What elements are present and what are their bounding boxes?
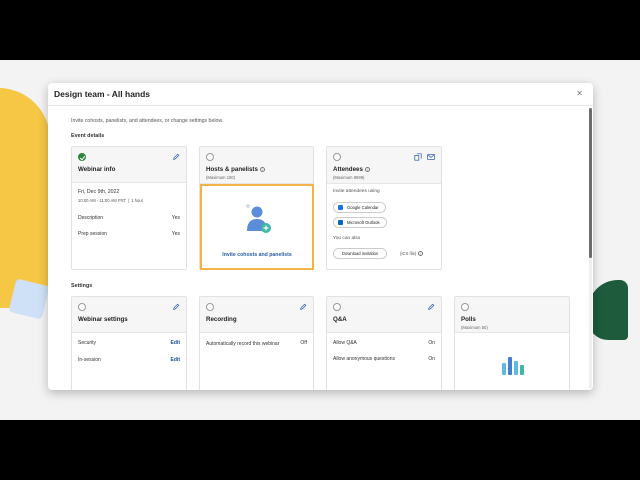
row-label: Prep session bbox=[78, 231, 107, 237]
row-label: Allow anonymous questions bbox=[333, 356, 395, 362]
check-pending-icon bbox=[461, 303, 469, 311]
row-allow-qa: Allow Q&A On bbox=[333, 340, 435, 346]
row-value: Off bbox=[300, 340, 307, 346]
qa-card: Q&A Allow Q&A On Allow anonymous questio… bbox=[326, 296, 442, 390]
check-pending-icon bbox=[78, 303, 86, 311]
section-settings: Settings bbox=[71, 283, 93, 289]
button-label: Google Calendar bbox=[347, 205, 379, 210]
pencil-icon[interactable] bbox=[299, 303, 307, 311]
decorative-green-shape bbox=[588, 280, 628, 340]
webinar-time: 10:00 AM - 11:00 AM PST bbox=[78, 198, 127, 203]
row-value: On bbox=[428, 340, 435, 346]
hosts-panelists-card: Hosts & panelists i (Maximum 100) Invite … bbox=[199, 146, 314, 270]
background-stage: Design team - All hands ✕ Invite cohosts… bbox=[0, 60, 640, 420]
section-event-details: Event details bbox=[71, 133, 105, 139]
invite-using-label: Invite attendees using bbox=[333, 189, 380, 194]
webinar-setup-modal: Design team - All hands ✕ Invite cohosts… bbox=[48, 83, 593, 390]
invite-cohosts-box[interactable]: Invite cohosts and panelists bbox=[200, 184, 314, 270]
outlook-icon bbox=[338, 220, 343, 225]
scrollbar[interactable] bbox=[589, 108, 592, 388]
recording-card: Recording Automatically record this webi… bbox=[199, 296, 314, 390]
check-pending-icon bbox=[206, 153, 214, 161]
ics-file-note: (ICS file) i bbox=[400, 251, 424, 257]
row-auto-record: Automatically record this webinar Off bbox=[206, 340, 307, 349]
card-title: Attendees bbox=[333, 166, 363, 173]
you-can-also-label: You can also bbox=[333, 236, 361, 241]
decorative-blue-square bbox=[8, 278, 50, 320]
polls-chart-icon bbox=[502, 357, 524, 375]
pencil-icon[interactable] bbox=[427, 303, 435, 311]
row-in-session: In-session Edit bbox=[78, 357, 180, 363]
separator: | bbox=[128, 198, 130, 203]
row-value: Yes bbox=[171, 215, 180, 221]
check-complete-icon bbox=[78, 153, 86, 161]
card-subtitle: (Maximum 50) bbox=[461, 325, 488, 330]
card-subtitle: (Maximum 9999) bbox=[333, 175, 365, 180]
card-title: Recording bbox=[206, 316, 237, 323]
ics-label: (ICS file) bbox=[400, 251, 417, 256]
check-pending-icon bbox=[333, 303, 341, 311]
google-calendar-button[interactable]: Google Calendar bbox=[333, 202, 386, 213]
info-icon[interactable]: i bbox=[259, 166, 265, 172]
row-value: Yes bbox=[171, 231, 180, 237]
invite-cohosts-link[interactable]: Invite cohosts and panelists bbox=[202, 252, 312, 258]
google-calendar-icon bbox=[338, 205, 343, 210]
card-title-wrap: Attendees i bbox=[333, 166, 370, 173]
pencil-icon[interactable] bbox=[172, 303, 180, 311]
email-icon[interactable] bbox=[427, 153, 435, 161]
button-label: Download invitation bbox=[342, 251, 379, 256]
download-invitation-button[interactable]: Download invitation bbox=[333, 248, 388, 259]
card-title: Polls bbox=[461, 316, 476, 323]
row-label: Description bbox=[78, 215, 104, 221]
info-icon[interactable]: i bbox=[364, 166, 370, 172]
row-label: Allow Q&A bbox=[333, 340, 357, 346]
close-icon[interactable]: ✕ bbox=[576, 89, 583, 98]
card-title: Webinar info bbox=[78, 166, 116, 173]
modal-header: Design team - All hands ✕ bbox=[48, 83, 593, 106]
row-security: Security Edit bbox=[78, 340, 180, 346]
edit-in-session-link[interactable]: Edit bbox=[171, 357, 180, 363]
decorative-yellow-shape bbox=[0, 88, 50, 308]
check-pending-icon bbox=[206, 303, 214, 311]
copy-icon[interactable] bbox=[414, 153, 422, 161]
check-pending-icon bbox=[333, 153, 341, 161]
row-label: Security bbox=[78, 340, 97, 346]
row-anonymous-questions: Allow anonymous questions On bbox=[333, 356, 435, 362]
edit-security-link[interactable]: Edit bbox=[171, 340, 180, 346]
card-title: Webinar settings bbox=[78, 316, 128, 323]
row-description: Description Yes bbox=[78, 215, 180, 221]
row-value: On bbox=[428, 356, 435, 362]
webinar-settings-card: Webinar settings Security Edit In-sessio… bbox=[71, 296, 187, 390]
row-label: In-session bbox=[78, 357, 101, 363]
attendees-card: Attendees i (Maximum 9999) Invite attende… bbox=[326, 146, 442, 270]
modal-title: Design team - All hands bbox=[54, 89, 151, 99]
row-label: Automatically record this webinar bbox=[206, 341, 280, 347]
card-title: Q&A bbox=[333, 316, 347, 323]
webinar-date: Fri, Dec 9th, 2022 bbox=[78, 189, 120, 195]
card-title-wrap: Hosts & panelists i bbox=[206, 166, 265, 173]
polls-card: Polls (Maximum 50) bbox=[454, 296, 570, 390]
scrollbar-thumb[interactable] bbox=[589, 108, 592, 258]
add-user-icon bbox=[246, 204, 271, 233]
microsoft-outlook-button[interactable]: Microsoft Outlook bbox=[333, 217, 387, 228]
card-subtitle: (Maximum 100) bbox=[206, 175, 236, 180]
webinar-info-card: Webinar info Fri, Dec 9th, 2022 10:00 AM… bbox=[71, 146, 187, 270]
info-icon[interactable]: i bbox=[418, 251, 424, 257]
button-label: Microsoft Outlook bbox=[347, 220, 380, 225]
intro-text: Invite cohosts, panelists, and attendees… bbox=[71, 118, 224, 124]
webinar-duration: 1 hour bbox=[131, 198, 144, 203]
pencil-icon[interactable] bbox=[172, 153, 180, 161]
card-title: Hosts & panelists bbox=[206, 166, 258, 173]
row-prep-session: Prep session Yes bbox=[78, 231, 180, 237]
modal-body: Invite cohosts, panelists, and attendees… bbox=[71, 118, 581, 139]
